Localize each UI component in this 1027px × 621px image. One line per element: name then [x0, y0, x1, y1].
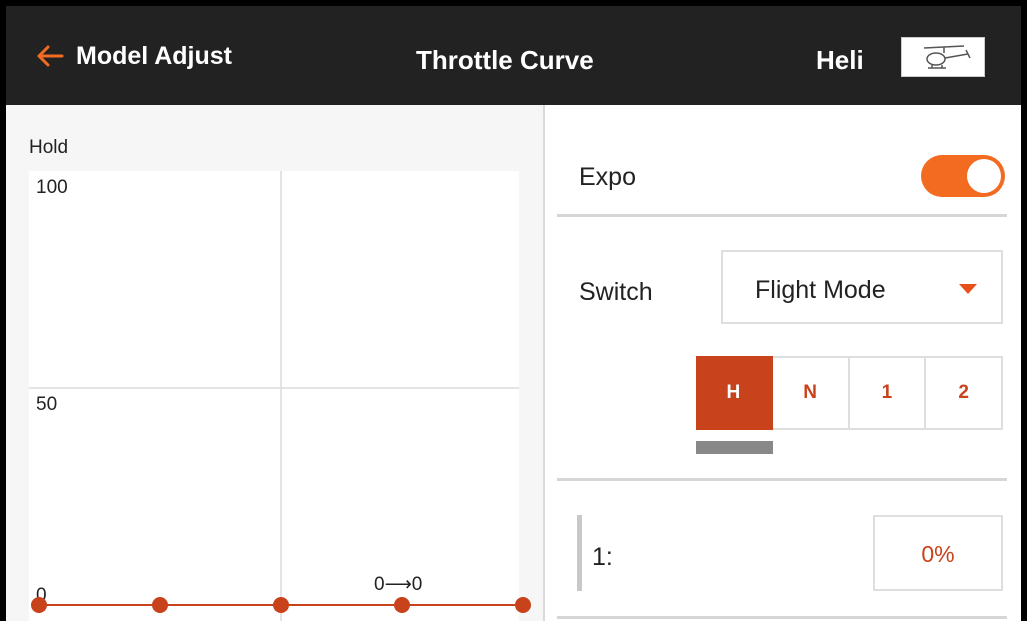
curve-name: Hold	[29, 137, 69, 158]
curve-graph[interactable]: 100 50 0 0⟶0 Hold	[6, 105, 543, 621]
tab-mode-1[interactable]: 1	[849, 356, 927, 430]
toggle-knob	[967, 159, 1001, 193]
back-arrow-icon	[36, 45, 64, 67]
back-button[interactable]: Model Adjust	[36, 38, 232, 74]
curve-point-2[interactable]	[152, 597, 168, 613]
point-marker	[577, 515, 582, 591]
y-tick-label-100: 100	[36, 177, 68, 198]
curve-point-4[interactable]	[394, 597, 410, 613]
expo-label: Expo	[579, 163, 636, 191]
y-tick-label-50: 50	[36, 394, 57, 415]
current-value-readout: 0⟶0	[374, 574, 422, 595]
curve-point-5[interactable]	[515, 597, 531, 613]
throttle-curve-screen: Model Adjust Throttle Curve Heli 100 50 0 …	[6, 6, 1021, 621]
tab-mode-2[interactable]: 2	[926, 356, 1003, 430]
curve-point-1[interactable]	[31, 597, 47, 613]
curve-point-3[interactable]	[273, 597, 289, 613]
switch-label: Switch	[579, 278, 653, 306]
point-value-field[interactable]: 0%	[873, 515, 1003, 591]
divider	[557, 616, 1007, 619]
plot-area	[29, 171, 519, 621]
dropdown-caret-icon	[959, 284, 977, 294]
tab-mode-n[interactable]: N	[772, 356, 850, 430]
back-label: Model Adjust	[76, 41, 233, 70]
tab-mode-h[interactable]: H	[696, 356, 773, 430]
point-label: 1:	[592, 543, 613, 571]
curve-chart: 100500 0⟶0	[29, 171, 531, 621]
page-title: Throttle Curve	[416, 45, 594, 75]
expo-toggle[interactable]	[921, 155, 1005, 197]
point-value: 0%	[921, 541, 955, 567]
divider	[557, 214, 1007, 217]
model-type-label: Heli	[816, 45, 864, 75]
helicopter-icon[interactable]	[901, 37, 985, 77]
switch-dropdown[interactable]: Flight Mode	[721, 250, 1003, 324]
divider	[557, 478, 1007, 481]
switch-value: Flight Mode	[755, 276, 886, 304]
flight-mode-tabs: H N 1 2	[696, 356, 1003, 430]
curve-settings-panel: Expo Switch Flight Mode H N 1 2 1: 0%	[543, 105, 1021, 621]
active-mode-indicator	[696, 441, 773, 454]
header-bar: Model Adjust Throttle Curve Heli	[6, 6, 1021, 105]
